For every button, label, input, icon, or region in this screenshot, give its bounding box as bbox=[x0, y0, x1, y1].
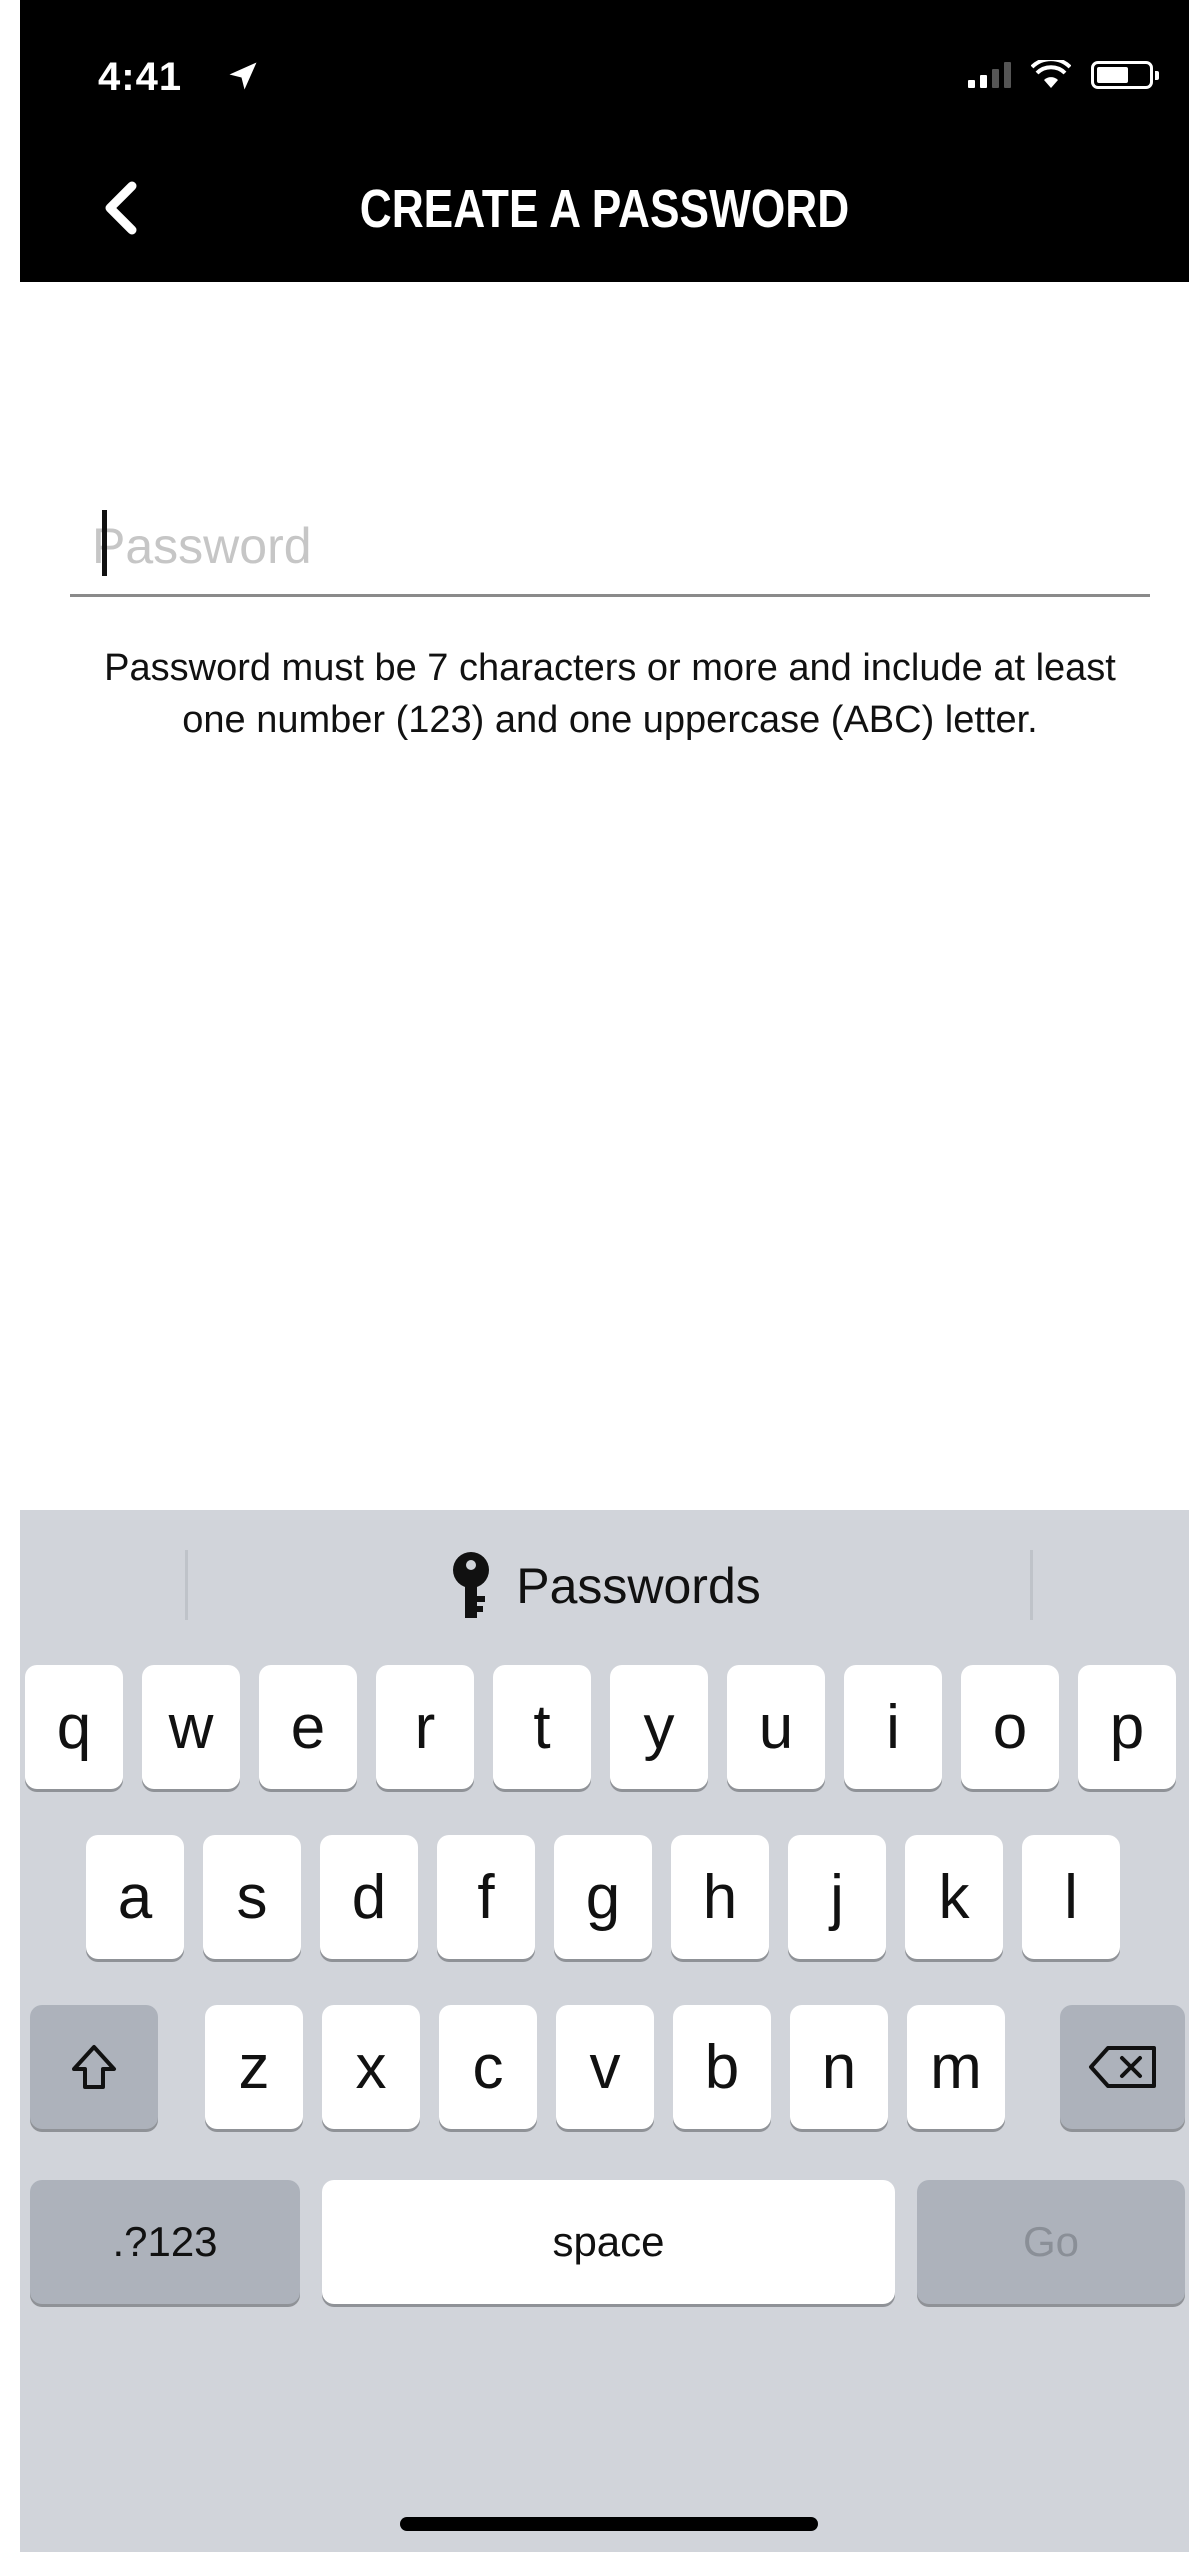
home-indicator bbox=[400, 2517, 818, 2531]
key-icon bbox=[453, 1552, 490, 1618]
key-r[interactable]: r bbox=[376, 1665, 474, 1789]
key-z[interactable]: z bbox=[205, 2005, 303, 2129]
key-d[interactable]: d bbox=[320, 1835, 418, 1959]
passwords-suggestion[interactable]: Passwords bbox=[20, 1550, 1189, 1622]
key-i[interactable]: i bbox=[844, 1665, 942, 1789]
space-key[interactable]: space bbox=[322, 2180, 895, 2304]
key-c[interactable]: c bbox=[439, 2005, 537, 2129]
key-m[interactable]: m bbox=[907, 2005, 1005, 2129]
key-a[interactable]: a bbox=[86, 1835, 184, 1959]
battery-icon bbox=[1091, 61, 1159, 89]
passwords-label: Passwords bbox=[516, 1558, 761, 1614]
key-b[interactable]: b bbox=[673, 2005, 771, 2129]
delete-key[interactable] bbox=[1060, 2005, 1185, 2129]
key-g[interactable]: g bbox=[554, 1835, 652, 1959]
key-p[interactable]: p bbox=[1078, 1665, 1176, 1789]
key-l[interactable]: l bbox=[1022, 1835, 1120, 1959]
key-w[interactable]: w bbox=[142, 1665, 240, 1789]
key-o[interactable]: o bbox=[961, 1665, 1059, 1789]
status-time: 4:41 bbox=[98, 55, 183, 99]
numbers-key[interactable]: .?123 bbox=[30, 2180, 300, 2304]
password-input[interactable] bbox=[70, 497, 1150, 597]
page-title: CREATE A PASSWORD bbox=[359, 179, 850, 239]
shift-icon bbox=[72, 2045, 116, 2089]
ios-keyboard: Passwords q w e r t y u i o p a s d f g … bbox=[20, 1510, 1189, 2552]
app-header: 4:41 CREATE A PASSWORD bbox=[20, 0, 1189, 282]
go-key[interactable]: Go bbox=[917, 2180, 1185, 2304]
key-x[interactable]: x bbox=[322, 2005, 420, 2129]
status-icons bbox=[968, 60, 1159, 90]
key-u[interactable]: u bbox=[727, 1665, 825, 1789]
location-arrow-icon bbox=[229, 62, 257, 90]
key-h[interactable]: h bbox=[671, 1835, 769, 1959]
key-s[interactable]: s bbox=[203, 1835, 301, 1959]
key-t[interactable]: t bbox=[493, 1665, 591, 1789]
key-j[interactable]: j bbox=[788, 1835, 886, 1959]
password-form: Password must be 7 characters or more an… bbox=[20, 282, 1189, 1510]
left-edge bbox=[0, 0, 20, 2552]
key-y[interactable]: y bbox=[610, 1665, 708, 1789]
shift-key[interactable] bbox=[30, 2005, 158, 2129]
key-n[interactable]: n bbox=[790, 2005, 888, 2129]
key-e[interactable]: e bbox=[259, 1665, 357, 1789]
backspace-icon bbox=[1088, 2046, 1156, 2088]
password-hint: Password must be 7 characters or more an… bbox=[104, 647, 1116, 741]
key-f[interactable]: f bbox=[437, 1835, 535, 1959]
signal-icon bbox=[968, 62, 1011, 88]
keyboard-suggestion-bar: Passwords bbox=[20, 1510, 1189, 1660]
key-v[interactable]: v bbox=[556, 2005, 654, 2129]
key-q[interactable]: q bbox=[25, 1665, 123, 1789]
text-caret bbox=[102, 510, 107, 576]
wifi-icon bbox=[1031, 60, 1071, 88]
key-k[interactable]: k bbox=[905, 1835, 1003, 1959]
